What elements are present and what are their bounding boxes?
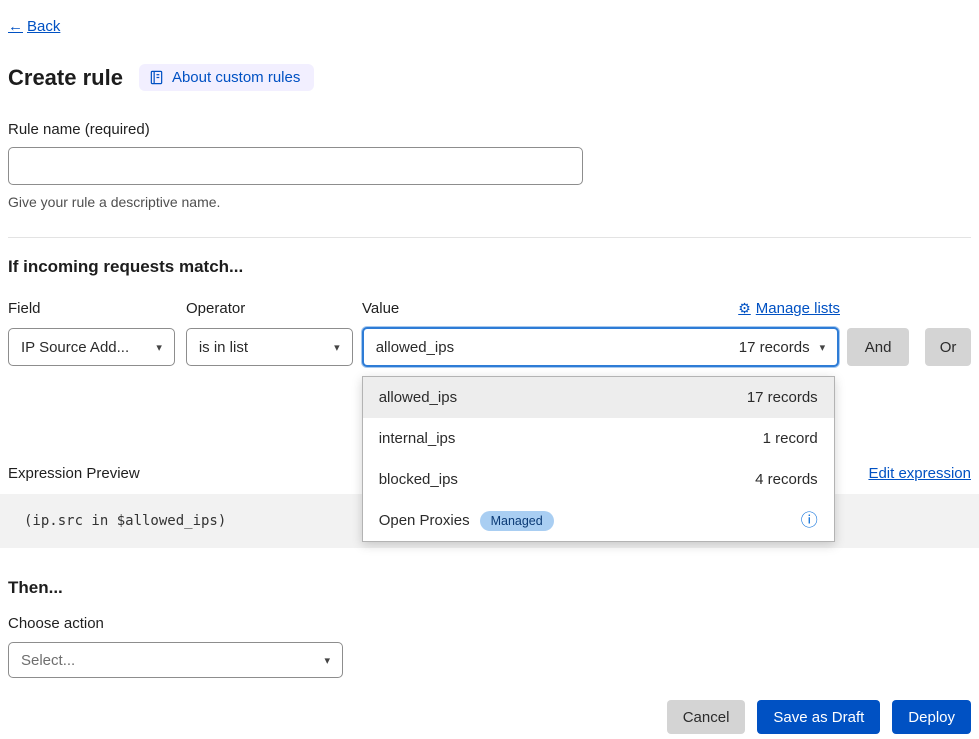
- list-option-blocked-ips[interactable]: blocked_ips 4 records: [363, 459, 834, 500]
- list-option-name: blocked_ips: [379, 471, 458, 488]
- match-heading: If incoming requests match...: [8, 257, 971, 277]
- create-rule-page: ← Back Create rule About custom rules Ru…: [0, 0, 979, 734]
- chevron-down-icon: ▾: [820, 341, 826, 354]
- info-icon[interactable]: ⓘ: [801, 512, 818, 529]
- save-as-draft-button[interactable]: Save as Draft: [757, 700, 880, 734]
- title-row: Create rule About custom rules: [8, 64, 971, 91]
- value-select-meta: 17 records: [739, 339, 810, 356]
- field-select-value: IP Source Add...: [21, 339, 129, 356]
- list-option-name: Open Proxies: [379, 512, 470, 529]
- about-custom-rules-link[interactable]: About custom rules: [139, 64, 314, 91]
- deploy-button[interactable]: Deploy: [892, 700, 971, 734]
- choose-action-label: Choose action: [8, 615, 971, 632]
- footer-actions: Cancel Save as Draft Deploy: [8, 700, 971, 734]
- list-option-meta: 4 records: [755, 471, 818, 488]
- value-select-value: allowed_ips: [376, 339, 454, 356]
- expression-code: (ip.src in $allowed_ips): [24, 513, 226, 529]
- rule-name-input[interactable]: [8, 147, 583, 185]
- cancel-button[interactable]: Cancel: [667, 700, 746, 734]
- operator-select[interactable]: is in list ▾: [186, 328, 353, 366]
- gear-icon: ⚙: [738, 300, 751, 317]
- edit-expression-link[interactable]: Edit expression: [868, 465, 971, 482]
- value-select[interactable]: allowed_ips 17 records ▾: [362, 327, 839, 367]
- list-option-name: internal_ips: [379, 430, 456, 447]
- action-select-placeholder: Select...: [21, 652, 75, 669]
- rule-name-label: Rule name (required): [8, 121, 971, 138]
- match-controls-row: IP Source Add... ▾ is in list ▾ allowed_…: [8, 327, 971, 367]
- and-button[interactable]: And: [847, 328, 909, 366]
- list-option-name: allowed_ips: [379, 389, 457, 406]
- page-title: Create rule: [8, 65, 123, 91]
- back-link[interactable]: ← Back: [8, 18, 60, 35]
- about-custom-rules-label: About custom rules: [172, 69, 300, 86]
- back-arrow-icon: ←: [8, 18, 23, 35]
- or-button[interactable]: Or: [925, 328, 971, 366]
- operator-select-value: is in list: [199, 339, 248, 356]
- list-option-open-proxies[interactable]: Open Proxies Managed ⓘ: [363, 500, 834, 541]
- list-option-meta: 17 records: [747, 389, 818, 406]
- field-select[interactable]: IP Source Add... ▾: [8, 328, 175, 366]
- list-option-meta: 1 record: [763, 430, 818, 447]
- then-heading: Then...: [8, 578, 971, 598]
- value-label: Value: [362, 300, 399, 317]
- list-dropdown-menu: allowed_ips 17 records internal_ips 1 re…: [362, 376, 835, 542]
- manage-lists-link[interactable]: ⚙ Manage lists: [738, 300, 840, 317]
- match-column-labels: Field Operator Value ⚙ Manage lists: [8, 300, 971, 317]
- value-select-wrap: allowed_ips 17 records ▾ allowed_ips 17 …: [362, 327, 839, 367]
- chevron-down-icon: ▾: [334, 341, 340, 354]
- rule-name-helper: Give your rule a descriptive name.: [8, 194, 971, 210]
- manage-lists-label: Manage lists: [756, 300, 840, 317]
- chevron-down-icon: ▾: [324, 654, 330, 667]
- expression-preview-label: Expression Preview: [8, 465, 140, 482]
- section-divider: [8, 237, 971, 238]
- managed-badge: Managed: [480, 511, 554, 531]
- list-option-internal-ips[interactable]: internal_ips 1 record: [363, 418, 834, 459]
- operator-label: Operator: [186, 300, 353, 317]
- book-icon: [149, 70, 164, 85]
- field-label: Field: [8, 300, 175, 317]
- back-label: Back: [27, 18, 60, 35]
- list-option-allowed-ips[interactable]: allowed_ips 17 records: [363, 377, 834, 418]
- chevron-down-icon: ▾: [156, 341, 162, 354]
- action-select[interactable]: Select... ▾: [8, 642, 343, 678]
